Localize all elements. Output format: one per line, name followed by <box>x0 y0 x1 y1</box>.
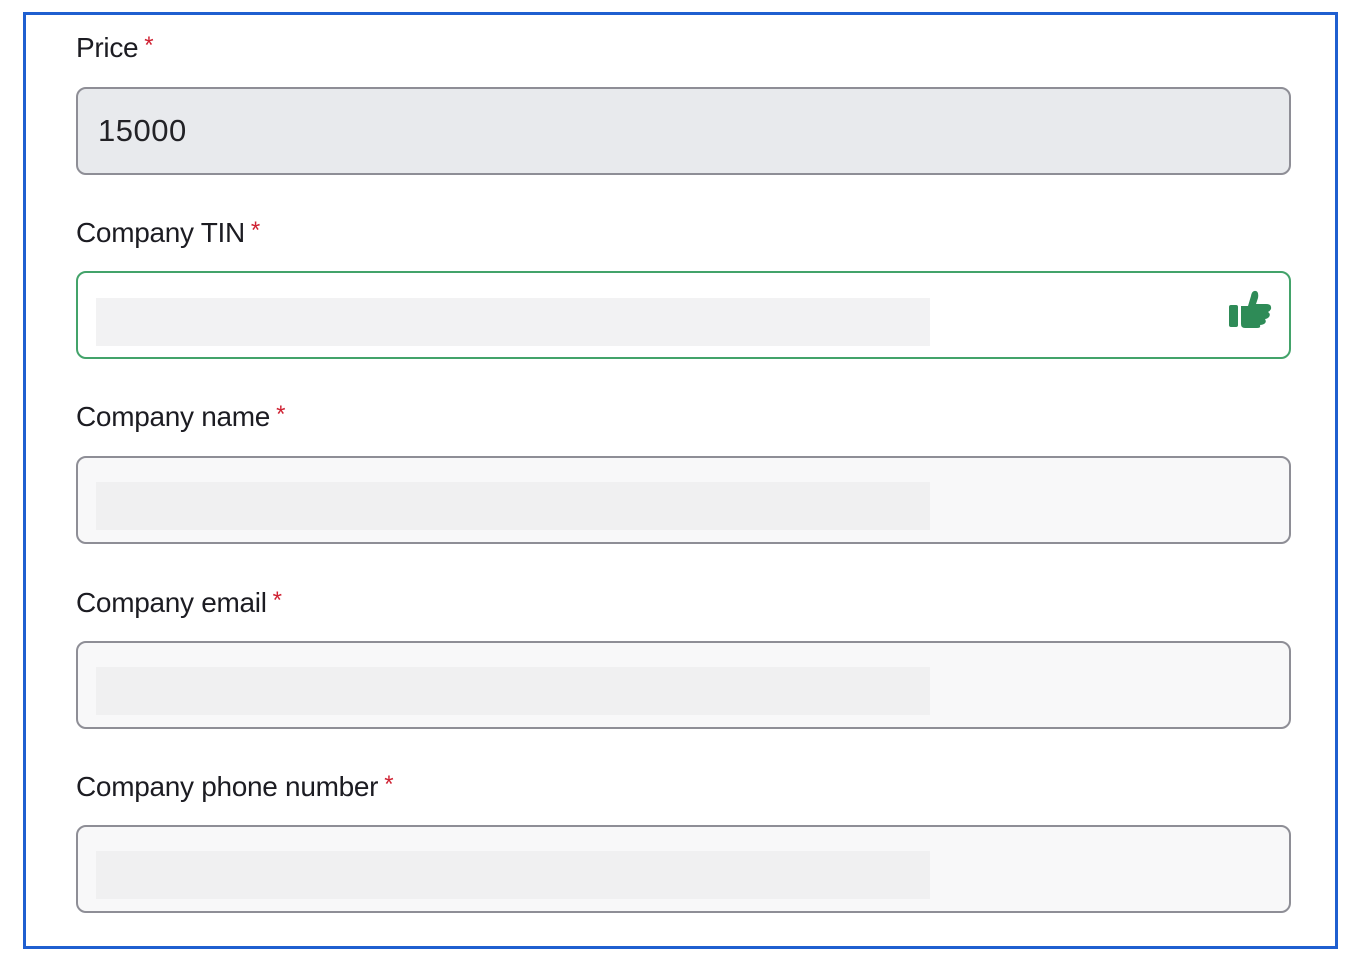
company-name-value-redacted <box>96 482 930 530</box>
company-email-value-redacted <box>96 667 930 715</box>
company-name-field: Company name * <box>76 400 1291 544</box>
company-name-input[interactable] <box>76 456 1291 544</box>
company-phone-label: Company phone number * <box>76 770 1291 804</box>
company-phone-label-text: Company phone number <box>76 771 379 802</box>
company-email-label-text: Company email <box>76 587 267 618</box>
company-tin-label: Company TIN * <box>76 216 1291 250</box>
price-field: Price * 15000 <box>76 31 1291 175</box>
company-phone-field: Company phone number * <box>76 770 1291 913</box>
required-asterisk: * <box>276 401 286 428</box>
price-input[interactable]: 15000 <box>76 87 1291 175</box>
company-email-input[interactable] <box>76 641 1291 729</box>
company-name-label-text: Company name <box>76 401 271 432</box>
required-asterisk: * <box>250 217 260 244</box>
company-tin-value-redacted <box>96 298 930 346</box>
company-tin-field: Company TIN * <box>76 216 1291 359</box>
company-tin-input[interactable] <box>76 271 1291 359</box>
company-tin-label-text: Company TIN <box>76 217 245 248</box>
form-panel: Price * 15000 Company TIN * Company name * <box>23 12 1338 949</box>
company-phone-input[interactable] <box>76 825 1291 913</box>
price-label: Price * <box>76 31 1291 65</box>
price-value: 15000 <box>98 113 187 148</box>
company-name-label: Company name * <box>76 400 1291 434</box>
price-label-text: Price <box>76 32 139 63</box>
required-asterisk: * <box>272 587 282 614</box>
thumbs-up-icon <box>1229 290 1272 328</box>
company-email-field: Company email * <box>76 586 1291 729</box>
required-asterisk: * <box>384 771 394 798</box>
company-email-label: Company email * <box>76 586 1291 620</box>
required-asterisk: * <box>144 32 154 59</box>
company-phone-value-redacted <box>96 851 930 899</box>
